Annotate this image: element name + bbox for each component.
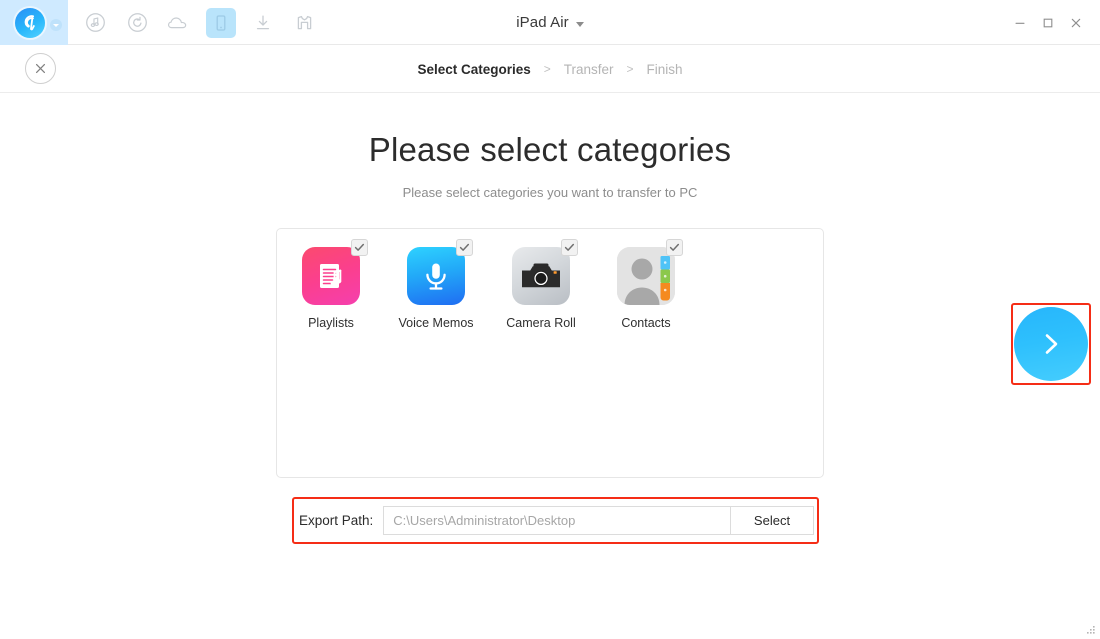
category-label: Contacts — [621, 316, 671, 330]
window-controls — [1006, 0, 1090, 45]
maximize-button[interactable] — [1034, 9, 1062, 37]
step-separator: > — [543, 62, 551, 76]
category-panel: Playlists Voice Memos Camera Roll Contac… — [276, 228, 824, 478]
category-grid: Playlists Voice Memos Camera Roll Contac… — [297, 239, 683, 330]
step-transfer[interactable]: Transfer — [564, 62, 614, 77]
category-label: Voice Memos — [398, 316, 474, 330]
main-toolbar — [80, 0, 320, 45]
next-button-area — [1014, 307, 1088, 381]
category-checkbox-playlists[interactable] — [351, 239, 368, 256]
caret-down-icon[interactable] — [50, 19, 62, 31]
category-icon-wrapper — [302, 239, 368, 305]
step-bar: Select Categories > Transfer > Finish — [0, 45, 1100, 93]
category-checkbox-camera-roll[interactable] — [561, 239, 578, 256]
app-downloader-icon[interactable] — [290, 8, 320, 38]
chevron-down-icon[interactable] — [575, 21, 584, 27]
camera-roll-icon — [512, 247, 570, 305]
category-icon-wrapper — [407, 239, 473, 305]
backup-restore-icon[interactable] — [122, 8, 152, 38]
select-folder-button[interactable]: Select — [730, 506, 814, 535]
category-camera-roll[interactable]: Camera Roll — [506, 239, 578, 330]
category-playlists[interactable]: Playlists — [297, 239, 368, 330]
category-voice-memos[interactable]: Voice Memos — [398, 239, 474, 330]
category-contacts[interactable]: Contacts — [612, 239, 683, 330]
contacts-icon — [617, 247, 675, 305]
title-bar: iPad Air — [0, 0, 1100, 45]
playlists-icon — [302, 247, 360, 305]
music-icon[interactable] — [80, 8, 110, 38]
page-subtitle: Please select categories you want to tra… — [402, 185, 698, 200]
step-separator: > — [626, 62, 634, 76]
anytrans-window: iPad Air Select Categories > Transfer > … — [0, 0, 1100, 639]
minimize-button[interactable] — [1006, 9, 1034, 37]
next-arrow-button[interactable] — [1014, 307, 1088, 381]
anytrans-logo[interactable] — [15, 7, 45, 38]
voice-memos-icon — [407, 247, 465, 305]
download-icon[interactable] — [248, 8, 278, 38]
page-title: Please select categories — [368, 131, 732, 168]
category-icon-wrapper — [512, 239, 578, 305]
step-breadcrumb: Select Categories > Transfer > Finish — [0, 45, 1100, 93]
close-button[interactable] — [1062, 9, 1090, 37]
step-finish[interactable]: Finish — [647, 62, 683, 77]
category-icon-wrapper — [617, 239, 683, 305]
device-selector[interactable]: iPad Air — [516, 14, 584, 31]
resize-grip[interactable] — [1084, 623, 1096, 635]
category-checkbox-contacts[interactable] — [666, 239, 683, 256]
export-path-input[interactable]: C:\Users\Administrator\Desktop — [383, 506, 730, 535]
category-label: Playlists — [308, 316, 354, 330]
export-path-row: Export Path: C:\Users\Administrator\Desk… — [299, 503, 814, 538]
device-name-label: iPad Air — [516, 14, 569, 31]
category-checkbox-voice-memos[interactable] — [456, 239, 473, 256]
device-icon[interactable] — [206, 7, 236, 38]
cloud-icon[interactable] — [164, 8, 194, 38]
category-label: Camera Roll — [506, 316, 576, 330]
step-select-categories[interactable]: Select Categories — [417, 62, 530, 77]
export-path-label: Export Path: — [299, 513, 374, 528]
